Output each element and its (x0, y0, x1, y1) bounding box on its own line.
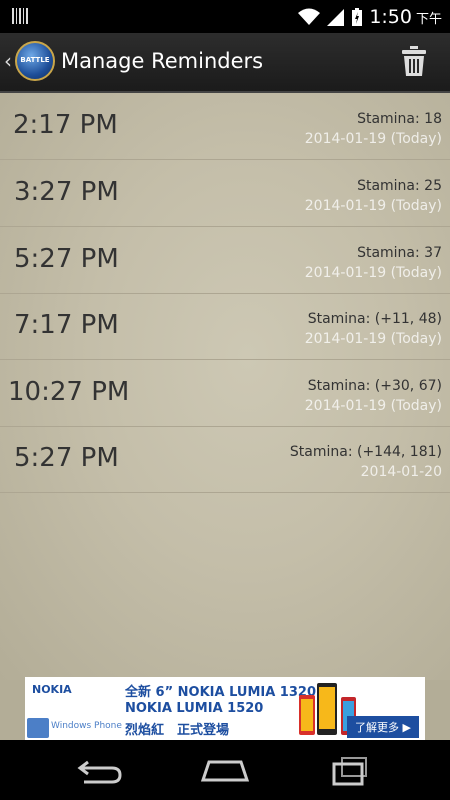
reminder-stamina: Stamina: (+11, 48) (307, 311, 442, 327)
reminder-stamina: Stamina: (+144, 181) (289, 444, 442, 460)
navigation-bar (0, 740, 450, 800)
reminder-date: 2014-01-19 (Today) (304, 131, 442, 147)
reminder-row[interactable]: 5:27 PM Stamina: 37 2014-01-19 (Today) (0, 227, 450, 294)
reminder-stamina: Stamina: 37 (357, 245, 442, 261)
reminder-time: 3:27 PM (14, 177, 119, 207)
reminder-date: 2014-01-19 (Today) (304, 398, 442, 414)
reminder-row[interactable]: 7:17 PM Stamina: (+11, 48) 2014-01-19 (T… (0, 293, 450, 360)
reminder-row[interactable]: 2:17 PM Stamina: 18 2014-01-19 (Today) (0, 93, 450, 160)
app-logo-icon[interactable]: BATTLE (15, 41, 55, 81)
reminder-time: 5:27 PM (14, 244, 119, 274)
reminder-stamina: Stamina: 25 (357, 178, 442, 194)
action-bar: ‹ BATTLE Manage Reminders (0, 33, 450, 93)
reminder-row[interactable]: 5:27 PM Stamina: (+144, 181) 2014-01-20 (0, 426, 450, 493)
ad-brand: NOKIA (32, 683, 72, 696)
home-icon[interactable] (195, 754, 255, 786)
ad-line-3: 烈焰紅 正式登場 (125, 723, 230, 738)
wifi-icon (298, 8, 321, 25)
notification-icon (12, 8, 28, 24)
windows-phone-icon (27, 718, 49, 738)
ad-banner[interactable]: NOKIA 全新 6” NOKIA LUMIA 1320 NOKIA LUMIA… (25, 677, 425, 740)
reminder-row[interactable]: 10:27 PM Stamina: (+30, 67) 2014-01-19 (… (0, 360, 450, 427)
reminder-time: 5:27 PM (14, 443, 119, 473)
status-time: 1:50 (369, 6, 412, 28)
reminder-time: 2:17 PM (13, 110, 118, 140)
reminder-list: 2:17 PM Stamina: 18 2014-01-19 (Today) 3… (0, 93, 450, 680)
app-logo-text: BATTLE (20, 56, 50, 64)
reminder-date: 2014-01-20 (360, 464, 442, 480)
trash-icon[interactable] (400, 45, 428, 77)
reminder-time: 10:27 PM (8, 377, 130, 407)
signal-icon (327, 9, 345, 26)
ad-windows-phone: Windows Phone (51, 721, 122, 731)
reminder-time: 7:17 PM (14, 310, 119, 340)
recent-apps-icon[interactable] (320, 754, 380, 786)
back-icon[interactable] (70, 754, 130, 786)
reminder-stamina: Stamina: 18 (357, 111, 442, 127)
ad-cta-button[interactable]: 了解更多 ▶ (347, 716, 419, 738)
reminder-date: 2014-01-19 (Today) (304, 198, 442, 214)
reminder-stamina: Stamina: (+30, 67) (307, 378, 442, 394)
ad-line-2: NOKIA LUMIA 1520 (125, 701, 264, 716)
battery-icon (352, 8, 363, 26)
reminder-date: 2014-01-19 (Today) (304, 265, 442, 281)
reminder-date: 2014-01-19 (Today) (304, 331, 442, 347)
status-bar: 1:50 下午 (0, 0, 450, 33)
status-ampm: 下午 (415, 11, 442, 27)
page-title: Manage Reminders (61, 49, 264, 73)
back-chevron-icon[interactable]: ‹ (4, 49, 12, 73)
reminder-row[interactable]: 3:27 PM Stamina: 25 2014-01-19 (Today) (0, 160, 450, 227)
